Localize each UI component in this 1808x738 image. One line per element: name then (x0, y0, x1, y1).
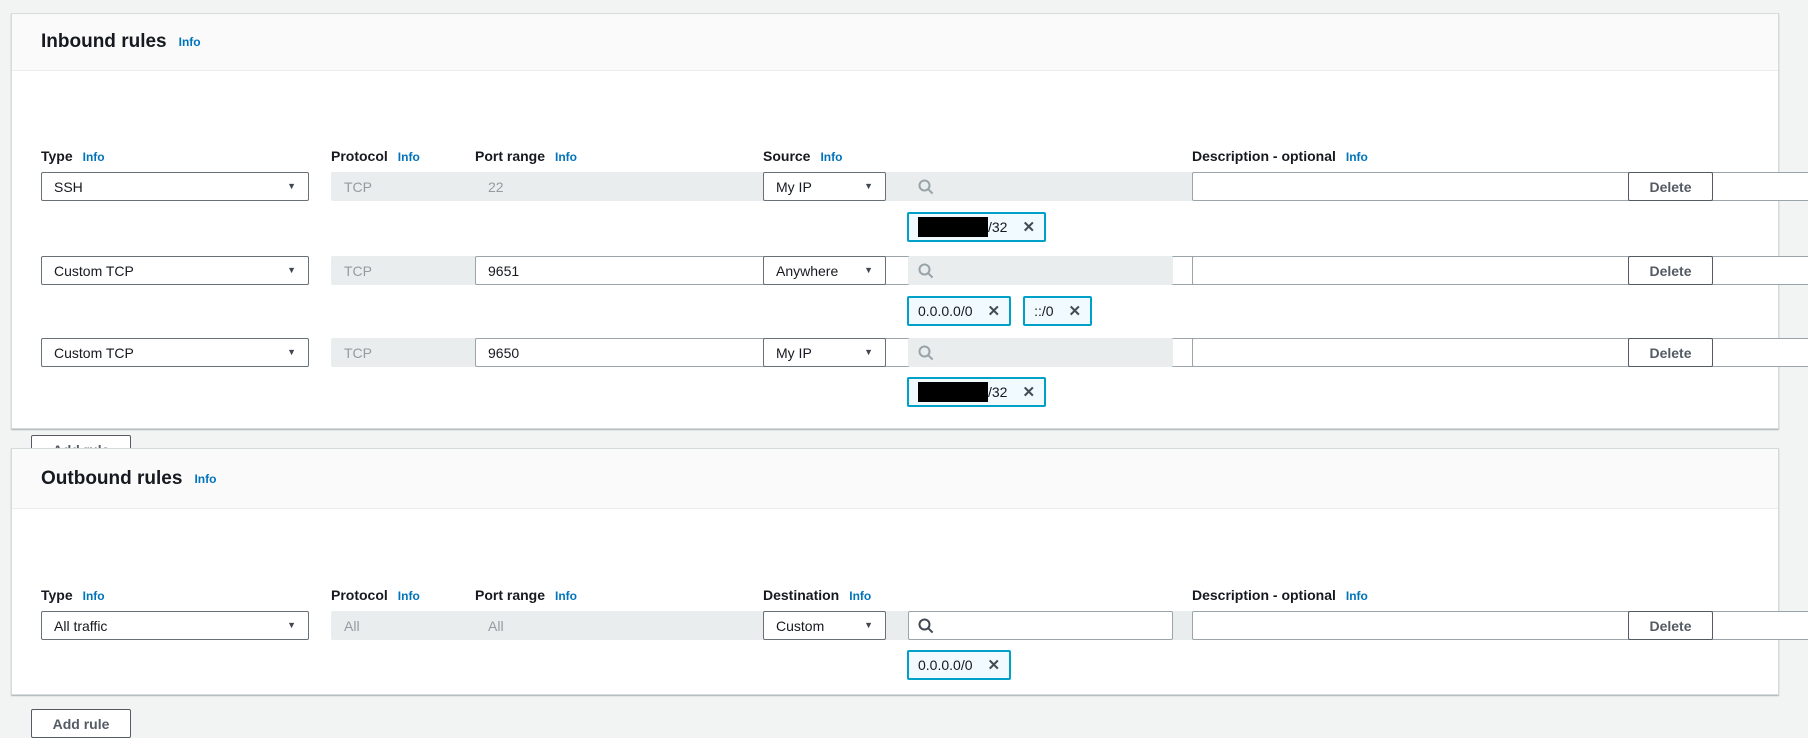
type-select[interactable]: Custom TCP ▼ (41, 338, 309, 367)
dismiss-icon[interactable]: ✕ (988, 304, 1001, 319)
cidr-tag: ::/0 ✕ (1023, 296, 1092, 326)
chevron-down-icon: ▼ (864, 348, 873, 357)
inbound-rules-header: Inbound rules Info (12, 14, 1778, 71)
type-info-link[interactable]: Info (83, 589, 105, 603)
column-label-type: TypeInfo (41, 587, 309, 603)
chevron-down-icon: ▼ (864, 182, 873, 191)
type-select[interactable]: SSH ▼ (41, 172, 309, 201)
protocol-info-link[interactable]: Info (398, 589, 420, 603)
type-info-link[interactable]: Info (83, 150, 105, 164)
search-icon (918, 618, 934, 634)
source-select[interactable]: My IP ▼ (763, 172, 886, 201)
outbound-rules-panel: Outbound rules Info TypeInfo ProtocolInf… (11, 448, 1779, 695)
dismiss-icon[interactable]: ✕ (1022, 385, 1035, 400)
source-tags-row: 0.0.0.0/0 ✕ ::/0 ✕ (907, 296, 1092, 326)
description-info-link[interactable]: Info (1346, 150, 1368, 164)
type-select[interactable]: Custom TCP ▼ (41, 256, 309, 285)
search-icon (918, 263, 934, 279)
dismiss-icon[interactable]: ✕ (988, 658, 1001, 673)
source-select[interactable]: Anywhere ▼ (763, 256, 886, 285)
inbound-rules-title: Inbound rules (41, 31, 167, 53)
add-rule-button[interactable]: Add rule (31, 709, 131, 738)
delete-rule-button[interactable]: Delete (1628, 611, 1713, 640)
source-search-input (942, 345, 1163, 361)
redacted-ip (918, 382, 988, 402)
dismiss-icon[interactable]: ✕ (1022, 220, 1035, 235)
destination-search-box[interactable] (908, 611, 1173, 640)
chevron-down-icon: ▼ (287, 348, 296, 357)
source-search-input (942, 179, 1163, 195)
column-label-protocol: ProtocolInfo (331, 148, 453, 164)
protocol-info-link[interactable]: Info (398, 150, 420, 164)
destination-select[interactable]: Custom ▼ (763, 611, 886, 640)
destination-search-input[interactable] (942, 618, 1163, 634)
column-label-destination: DestinationInfo (763, 587, 886, 603)
port-range-info-link[interactable]: Info (555, 150, 577, 164)
cidr-tag: 0.0.0.0/0 ✕ (907, 650, 1011, 680)
description-info-link[interactable]: Info (1346, 589, 1368, 603)
chevron-down-icon: ▼ (287, 266, 296, 275)
destination-tags-row: 0.0.0.0/0 ✕ (907, 650, 1011, 680)
column-label-description: Description - optionalInfo (1192, 148, 1605, 164)
port-range-info-link[interactable]: Info (555, 589, 577, 603)
inbound-rules-panel: Inbound rules Info TypeInfo ProtocolInfo… (11, 13, 1779, 429)
chevron-down-icon: ▼ (864, 266, 873, 275)
inbound-info-link[interactable]: Info (179, 35, 201, 49)
source-search-box (908, 256, 1173, 285)
search-icon (918, 345, 934, 361)
source-tags-row: /32 ✕ (907, 377, 1046, 407)
cidr-tag: /32 ✕ (907, 377, 1046, 407)
chevron-down-icon: ▼ (864, 621, 873, 630)
source-tags-row: /32 ✕ (907, 212, 1046, 242)
delete-rule-button[interactable]: Delete (1628, 172, 1713, 201)
outbound-info-link[interactable]: Info (194, 472, 216, 486)
source-search-box (908, 338, 1173, 367)
column-label-protocol: ProtocolInfo (331, 587, 453, 603)
source-select[interactable]: My IP ▼ (763, 338, 886, 367)
cidr-tag: 0.0.0.0/0 ✕ (907, 296, 1011, 326)
destination-info-link[interactable]: Info (849, 589, 871, 603)
chevron-down-icon: ▼ (287, 182, 296, 191)
source-search-input (942, 263, 1163, 279)
description-input[interactable] (1192, 172, 1808, 201)
outbound-rules-header: Outbound rules Info (12, 449, 1778, 509)
outbound-rules-title: Outbound rules (41, 468, 182, 490)
source-info-link[interactable]: Info (820, 150, 842, 164)
description-input[interactable] (1192, 338, 1808, 367)
column-label-source: SourceInfo (763, 148, 886, 164)
description-input[interactable] (1192, 256, 1808, 285)
source-search-box (908, 172, 1173, 201)
cidr-tag: /32 ✕ (907, 212, 1046, 242)
column-label-port-range: Port rangeInfo (475, 587, 741, 603)
type-select[interactable]: All traffic ▼ (41, 611, 309, 640)
delete-rule-button[interactable]: Delete (1628, 256, 1713, 285)
search-icon (918, 179, 934, 195)
column-label-description: Description - optionalInfo (1192, 587, 1605, 603)
delete-rule-button[interactable]: Delete (1628, 338, 1713, 367)
redacted-ip (918, 217, 988, 237)
column-label-port-range: Port rangeInfo (475, 148, 741, 164)
dismiss-icon[interactable]: ✕ (1069, 304, 1082, 319)
description-input[interactable] (1192, 611, 1808, 640)
column-label-type: TypeInfo (41, 148, 309, 164)
chevron-down-icon: ▼ (287, 621, 296, 630)
